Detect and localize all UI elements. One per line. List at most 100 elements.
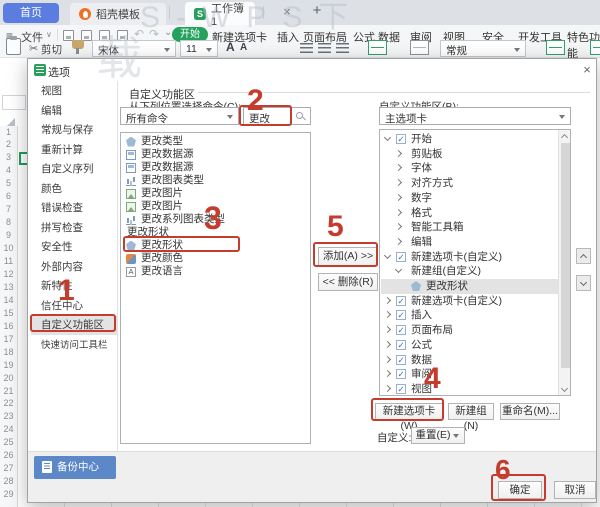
tree-expander-icon[interactable] xyxy=(384,370,391,377)
checkbox-checked-icon[interactable] xyxy=(396,325,406,335)
scissors-icon[interactable]: ✂ xyxy=(29,42,38,55)
tree-row[interactable]: 新建选项卡(自定义) xyxy=(381,250,558,265)
command-row[interactable]: 更改图表类型 xyxy=(122,174,309,187)
command-row[interactable]: 更改图片 xyxy=(122,200,309,213)
tree-expander-icon[interactable] xyxy=(395,150,402,157)
tree-row[interactable]: 剪贴板 xyxy=(381,147,558,162)
tree-row[interactable]: 数据 xyxy=(381,353,558,368)
remove-button[interactable]: << 删除(R) xyxy=(318,273,378,291)
move-down-button[interactable] xyxy=(576,275,591,291)
sidebar-item-14[interactable]: 快速访问工具栏 xyxy=(31,336,117,355)
sidebar-item-5[interactable]: 自定义序列 xyxy=(31,160,117,179)
row-header[interactable]: 9 xyxy=(0,230,17,240)
align-left-icon[interactable] xyxy=(300,43,313,53)
add-button[interactable]: 添加(A) >> xyxy=(318,247,378,266)
row-header[interactable]: 23 xyxy=(0,411,17,421)
paste-icon[interactable] xyxy=(6,38,21,55)
tree-row[interactable]: 格式 xyxy=(381,206,558,221)
tree-expander-icon[interactable] xyxy=(395,179,402,186)
select-all-corner[interactable] xyxy=(7,118,15,126)
new-tab-icon[interactable]: + xyxy=(308,2,326,19)
row-header[interactable]: 11 xyxy=(0,256,17,266)
sidebar-item-4[interactable]: 重新计算 xyxy=(31,141,117,160)
tree-expander-icon[interactable] xyxy=(395,208,402,215)
tree-row[interactable]: 更改形状 xyxy=(381,279,558,294)
checkbox-checked-icon[interactable] xyxy=(396,384,406,394)
commands-source-dropdown[interactable]: 所有命令 xyxy=(120,107,239,125)
row-header[interactable]: 14 xyxy=(0,295,17,305)
command-row[interactable]: 更改颜色 xyxy=(122,252,309,265)
checkbox-checked-icon[interactable] xyxy=(396,369,406,379)
checkbox-checked-icon[interactable] xyxy=(396,252,406,262)
row-header[interactable]: 12 xyxy=(0,269,17,279)
home-tab[interactable]: 首页 xyxy=(3,3,59,23)
row-header[interactable]: 4 xyxy=(0,165,17,175)
row-header[interactable]: 24 xyxy=(0,424,17,434)
row-header[interactable]: 1 xyxy=(0,127,17,137)
tree-row[interactable]: 编辑 xyxy=(381,235,558,250)
tree-expander-icon[interactable] xyxy=(395,266,402,273)
checkbox-checked-icon[interactable] xyxy=(396,296,406,306)
conditional-format-icon[interactable] xyxy=(546,40,565,55)
search-icon[interactable] xyxy=(296,112,303,119)
sidebar-item-8[interactable]: 拼写检查 xyxy=(31,219,117,238)
ok-button[interactable]: 确定 xyxy=(498,481,542,499)
tree-expander-icon[interactable] xyxy=(384,355,391,362)
sidebar-item-9[interactable]: 安全性 xyxy=(31,238,117,257)
command-row[interactable]: 更改图片 xyxy=(122,187,309,200)
tree-row[interactable]: 对齐方式 xyxy=(381,176,558,191)
tree-expander-icon[interactable] xyxy=(384,341,391,348)
row-header[interactable]: 16 xyxy=(0,321,17,331)
sidebar-item-13[interactable]: 自定义功能区 xyxy=(31,316,117,335)
reset-button[interactable]: 重置(E) xyxy=(411,427,465,444)
sidebar-item-1[interactable]: 视图 xyxy=(31,82,117,101)
row-header[interactable]: 17 xyxy=(0,334,17,344)
align-right-icon[interactable] xyxy=(336,43,349,53)
dialog-close-icon[interactable]: × xyxy=(579,62,595,78)
workbook-tab[interactable]: 工作簿1 xyxy=(185,2,255,25)
sidebar-item-2[interactable]: 编辑 xyxy=(31,102,117,121)
font-shrink-icon[interactable]: A xyxy=(240,42,247,53)
row-header[interactable]: 26 xyxy=(0,450,17,460)
merge-cells-icon[interactable] xyxy=(368,40,387,55)
font-grow-icon[interactable]: A xyxy=(226,40,235,54)
tree-row[interactable]: 视图 xyxy=(381,382,558,396)
tree-expander-icon[interactable] xyxy=(384,134,391,141)
tree-expander-icon[interactable] xyxy=(395,164,402,171)
row-header[interactable]: 28 xyxy=(0,476,17,486)
row-header[interactable]: 21 xyxy=(0,386,17,396)
command-search-input[interactable]: 更改 xyxy=(243,107,311,125)
format-painter-icon[interactable] xyxy=(72,40,84,49)
new-tab-button[interactable]: 新建选项卡(W) xyxy=(375,403,443,420)
checkbox-checked-icon[interactable] xyxy=(396,355,406,365)
number-format-select[interactable]: 常规 xyxy=(440,40,526,57)
scroll-up-icon[interactable] xyxy=(561,134,568,141)
row-header[interactable]: 27 xyxy=(0,463,17,473)
tree-expander-icon[interactable] xyxy=(384,297,391,304)
tree-expander-icon[interactable] xyxy=(384,385,391,392)
move-up-button[interactable] xyxy=(576,248,591,264)
sidebar-item-6[interactable]: 颜色 xyxy=(31,180,117,199)
row-header[interactable]: 10 xyxy=(0,243,17,253)
new-group-button[interactable]: 新建组(N) xyxy=(448,403,494,420)
row-header[interactable]: 5 xyxy=(0,178,17,188)
command-row[interactable]: 更改数据源 xyxy=(122,148,309,161)
tree-row[interactable]: 新建选项卡(自定义) xyxy=(381,294,558,309)
command-row[interactable]: 更改类型 xyxy=(122,135,309,148)
tree-expander-icon[interactable] xyxy=(395,194,402,201)
scroll-down-icon[interactable] xyxy=(561,385,568,392)
row-header[interactable]: 29 xyxy=(0,489,17,499)
file-menu-caret-icon[interactable]: ∨ xyxy=(46,30,52,39)
row-header[interactable]: 25 xyxy=(0,437,17,447)
tree-expander-icon[interactable] xyxy=(395,238,402,245)
command-row[interactable]: 更改数据源 xyxy=(122,161,309,174)
docer-template-tab[interactable]: 稻壳模板 xyxy=(70,3,166,25)
cancel-button[interactable]: 取消 xyxy=(554,481,596,499)
undo-icon[interactable]: ↶ xyxy=(134,27,144,41)
align-center-icon[interactable] xyxy=(318,43,331,53)
sidebar-item-7[interactable]: 错误检查 xyxy=(31,199,117,218)
checkbox-checked-icon[interactable] xyxy=(396,310,406,320)
rename-button[interactable]: 重命名(M)... xyxy=(500,403,560,420)
row-header[interactable]: 20 xyxy=(0,373,17,383)
command-row[interactable]: 更改语言 xyxy=(122,265,309,278)
